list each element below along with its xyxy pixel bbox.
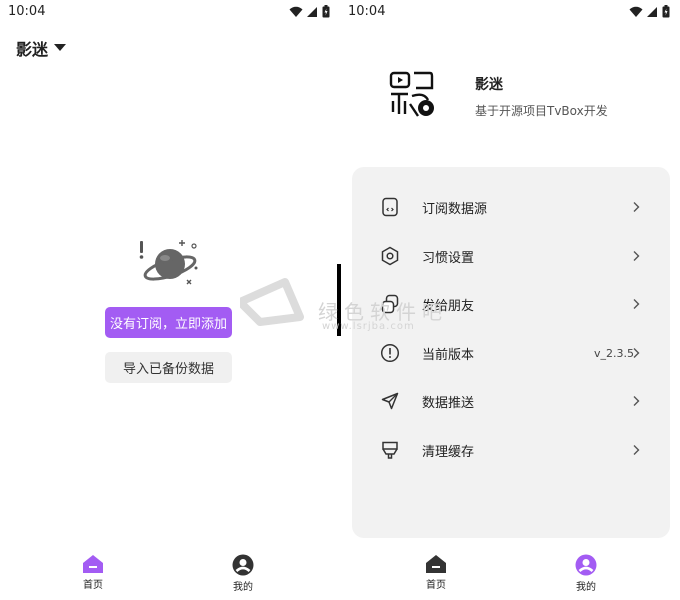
app-logo-icon xyxy=(389,71,434,117)
profile-header: 影迷 基于开源项目TvBox开发 xyxy=(388,70,608,122)
battery-icon xyxy=(322,5,330,18)
bottom-nav: 首页 我的 xyxy=(0,550,340,600)
nav-mine[interactable]: 我的 xyxy=(556,554,616,593)
send-icon xyxy=(381,392,399,410)
menu-item-preferences[interactable]: 习惯设置 xyxy=(352,236,670,276)
watermark-url: www.lsrjba.com xyxy=(322,321,415,332)
menu-label-clear-cache: 清理缓存 xyxy=(422,444,475,460)
nav-home[interactable]: 首页 xyxy=(406,554,466,591)
dropdown-arrow-icon xyxy=(54,44,67,51)
nav-home-label: 首页 xyxy=(426,580,446,591)
nav-home-label: 首页 xyxy=(83,580,103,591)
status-bar: 10:04 xyxy=(0,0,340,24)
battery-icon xyxy=(662,5,670,18)
menu-item-clear-cache[interactable]: 清理缓存 xyxy=(352,430,670,470)
clean-icon xyxy=(382,441,398,459)
signal-icon xyxy=(307,6,317,17)
chevron-right-icon xyxy=(633,396,640,406)
nav-mine-label: 我的 xyxy=(576,582,596,593)
signal-icon xyxy=(647,6,657,17)
menu-item-subscription[interactable]: 订阅数据源 xyxy=(352,187,670,227)
add-subscription-button[interactable]: 没有订阅，立即添加 xyxy=(105,307,232,338)
version-value: v_2.3.5 xyxy=(594,346,634,360)
home-screen: 10:04 影迷 没有订阅，立即添加 导入已备份数据 首页 我的 xyxy=(0,0,340,600)
menu-item-version[interactable]: 当前版本 v_2.3.5 xyxy=(352,333,670,373)
menu-label-subscription: 订阅数据源 xyxy=(422,201,488,217)
user-icon xyxy=(232,554,254,576)
subscription-icon xyxy=(382,197,398,217)
settings-icon xyxy=(381,246,399,266)
source-selector[interactable]: 影迷 xyxy=(16,36,67,60)
menu-item-push[interactable]: 数据推送 xyxy=(352,381,670,421)
menu-label-push: 数据推送 xyxy=(422,395,475,411)
planet-icon xyxy=(139,240,198,285)
chevron-right-icon xyxy=(633,202,640,212)
wifi-icon xyxy=(289,6,303,17)
status-bar: 10:04 xyxy=(340,0,680,24)
user-icon xyxy=(575,554,597,576)
menu-label-version: 当前版本 xyxy=(422,347,475,363)
chevron-right-icon xyxy=(633,299,640,309)
status-time: 10:04 xyxy=(8,4,46,19)
import-backup-button[interactable]: 导入已备份数据 xyxy=(105,352,232,383)
status-time: 10:04 xyxy=(348,4,386,19)
home-icon xyxy=(426,555,446,573)
nav-home[interactable]: 首页 xyxy=(63,554,123,591)
nav-mine-label: 我的 xyxy=(233,582,253,593)
bottom-nav: 首页 我的 xyxy=(340,550,680,600)
settings-menu: 订阅数据源 习惯设置 发给朋友 当前版本 v_2.3.5 数据推送 清理缓存 xyxy=(352,167,670,538)
app-title: 影迷 xyxy=(16,40,49,59)
status-icons xyxy=(289,5,330,18)
chevron-right-icon xyxy=(633,445,640,455)
info-icon xyxy=(380,343,400,363)
chevron-right-icon xyxy=(633,348,640,358)
nav-mine[interactable]: 我的 xyxy=(213,554,273,593)
profile-name: 影迷 xyxy=(475,77,503,93)
chevron-right-icon xyxy=(633,251,640,261)
wifi-icon xyxy=(629,6,643,17)
home-icon xyxy=(83,555,103,573)
profile-description: 基于开源项目TvBox开发 xyxy=(475,104,608,118)
status-icons xyxy=(629,5,670,18)
menu-label-preferences: 习惯设置 xyxy=(422,250,475,266)
